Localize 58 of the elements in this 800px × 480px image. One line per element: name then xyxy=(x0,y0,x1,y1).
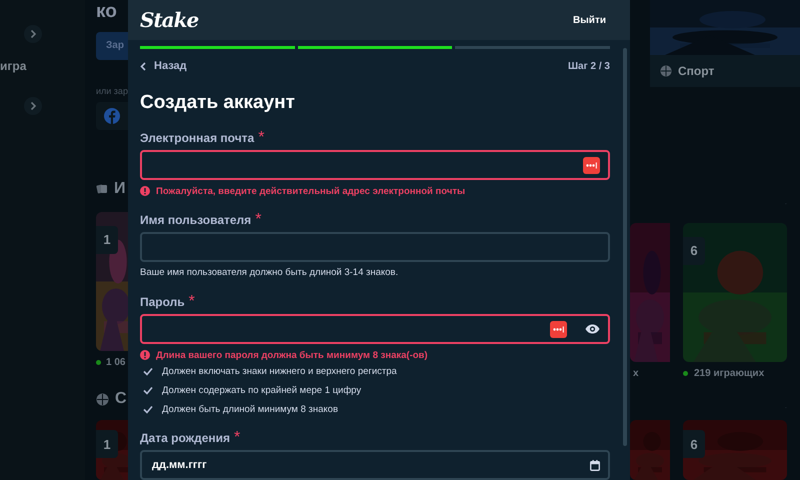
logout-button[interactable]: Выйти xyxy=(571,12,608,28)
player-count: х xyxy=(633,368,640,378)
date-field[interactable]: дд.мм.гггг xyxy=(140,450,610,480)
sidebar-item[interactable]: игра xyxy=(0,59,26,73)
game-card[interactable]: 1 xyxy=(96,212,128,351)
player-count: 1 06 xyxy=(106,356,126,368)
section-title: С xyxy=(115,390,127,408)
chevron-left-icon xyxy=(140,62,146,70)
modal-title: Создать аккаунт xyxy=(140,91,296,115)
online-dot xyxy=(683,370,688,376)
error-icon xyxy=(140,186,150,196)
section-title: И xyxy=(114,180,126,198)
error-message: Длина вашего пароля должна быть минимум 8 знака(-ов) xyxy=(156,350,428,360)
field-label: Имя пользователя xyxy=(140,212,252,228)
input-field[interactable] xyxy=(140,314,610,344)
online-dot xyxy=(96,360,101,365)
requirement-text: Должен включать знаки нижнего и верхнего регистра xyxy=(162,366,397,377)
requirement-text: Должен содержать по крайней мере 1 цифру xyxy=(162,385,362,396)
game-card[interactable]: 6 xyxy=(683,420,787,480)
field-label: Электронная почта xyxy=(140,130,254,146)
page-heading: ко xyxy=(96,1,118,23)
step-indicator: Шаг 2 / 3 xyxy=(568,60,610,72)
banner-bar[interactable]: Спорт xyxy=(650,55,800,87)
ball-icon xyxy=(96,392,109,406)
required-mark: * xyxy=(258,129,264,147)
password-dots-icon[interactable] xyxy=(583,156,600,174)
input-field[interactable] xyxy=(140,232,610,262)
error-icon xyxy=(140,350,150,360)
back-link[interactable]: Назад xyxy=(140,60,187,72)
eye-icon[interactable] xyxy=(585,324,600,334)
rank-label: 6 xyxy=(683,236,705,264)
ball-icon xyxy=(660,65,672,77)
player-count: 219 играющих xyxy=(694,368,764,378)
banner-label: Спорт xyxy=(678,64,714,78)
error-message: Пожалуйста, введите действительный адрес электронной почты xyxy=(156,186,466,196)
cards-icon xyxy=(96,182,108,195)
rank-label: 1 xyxy=(96,226,118,254)
scrollbar[interactable] xyxy=(623,48,627,446)
requirement-text: Должен быть длиной минимум 8 знаков xyxy=(162,404,338,415)
facebook-button[interactable] xyxy=(96,102,128,130)
facebook-icon xyxy=(104,108,120,124)
required-mark: * xyxy=(188,293,195,311)
game-card[interactable]: 6 xyxy=(683,222,787,362)
field-hint: Ваше имя пользователя должно быть длиной 3-14 знаков. xyxy=(140,267,400,279)
input-field[interactable] xyxy=(140,150,610,180)
game-card[interactable]: 1 xyxy=(96,420,128,480)
logo: Stake xyxy=(140,8,198,32)
chevron-icon[interactable] xyxy=(23,24,43,44)
rank-label: 6 xyxy=(683,430,705,458)
required-mark: * xyxy=(234,429,240,447)
field-label: Дата рождения xyxy=(140,430,230,446)
field-label: Пароль xyxy=(140,294,185,310)
required-mark: * xyxy=(255,211,262,229)
password-dots-icon[interactable] xyxy=(550,320,567,338)
chevron-icon[interactable] xyxy=(23,96,43,116)
calendar-icon[interactable] xyxy=(590,460,600,470)
rank-label: 1 xyxy=(96,430,118,458)
social-caption: или зар xyxy=(96,86,128,96)
